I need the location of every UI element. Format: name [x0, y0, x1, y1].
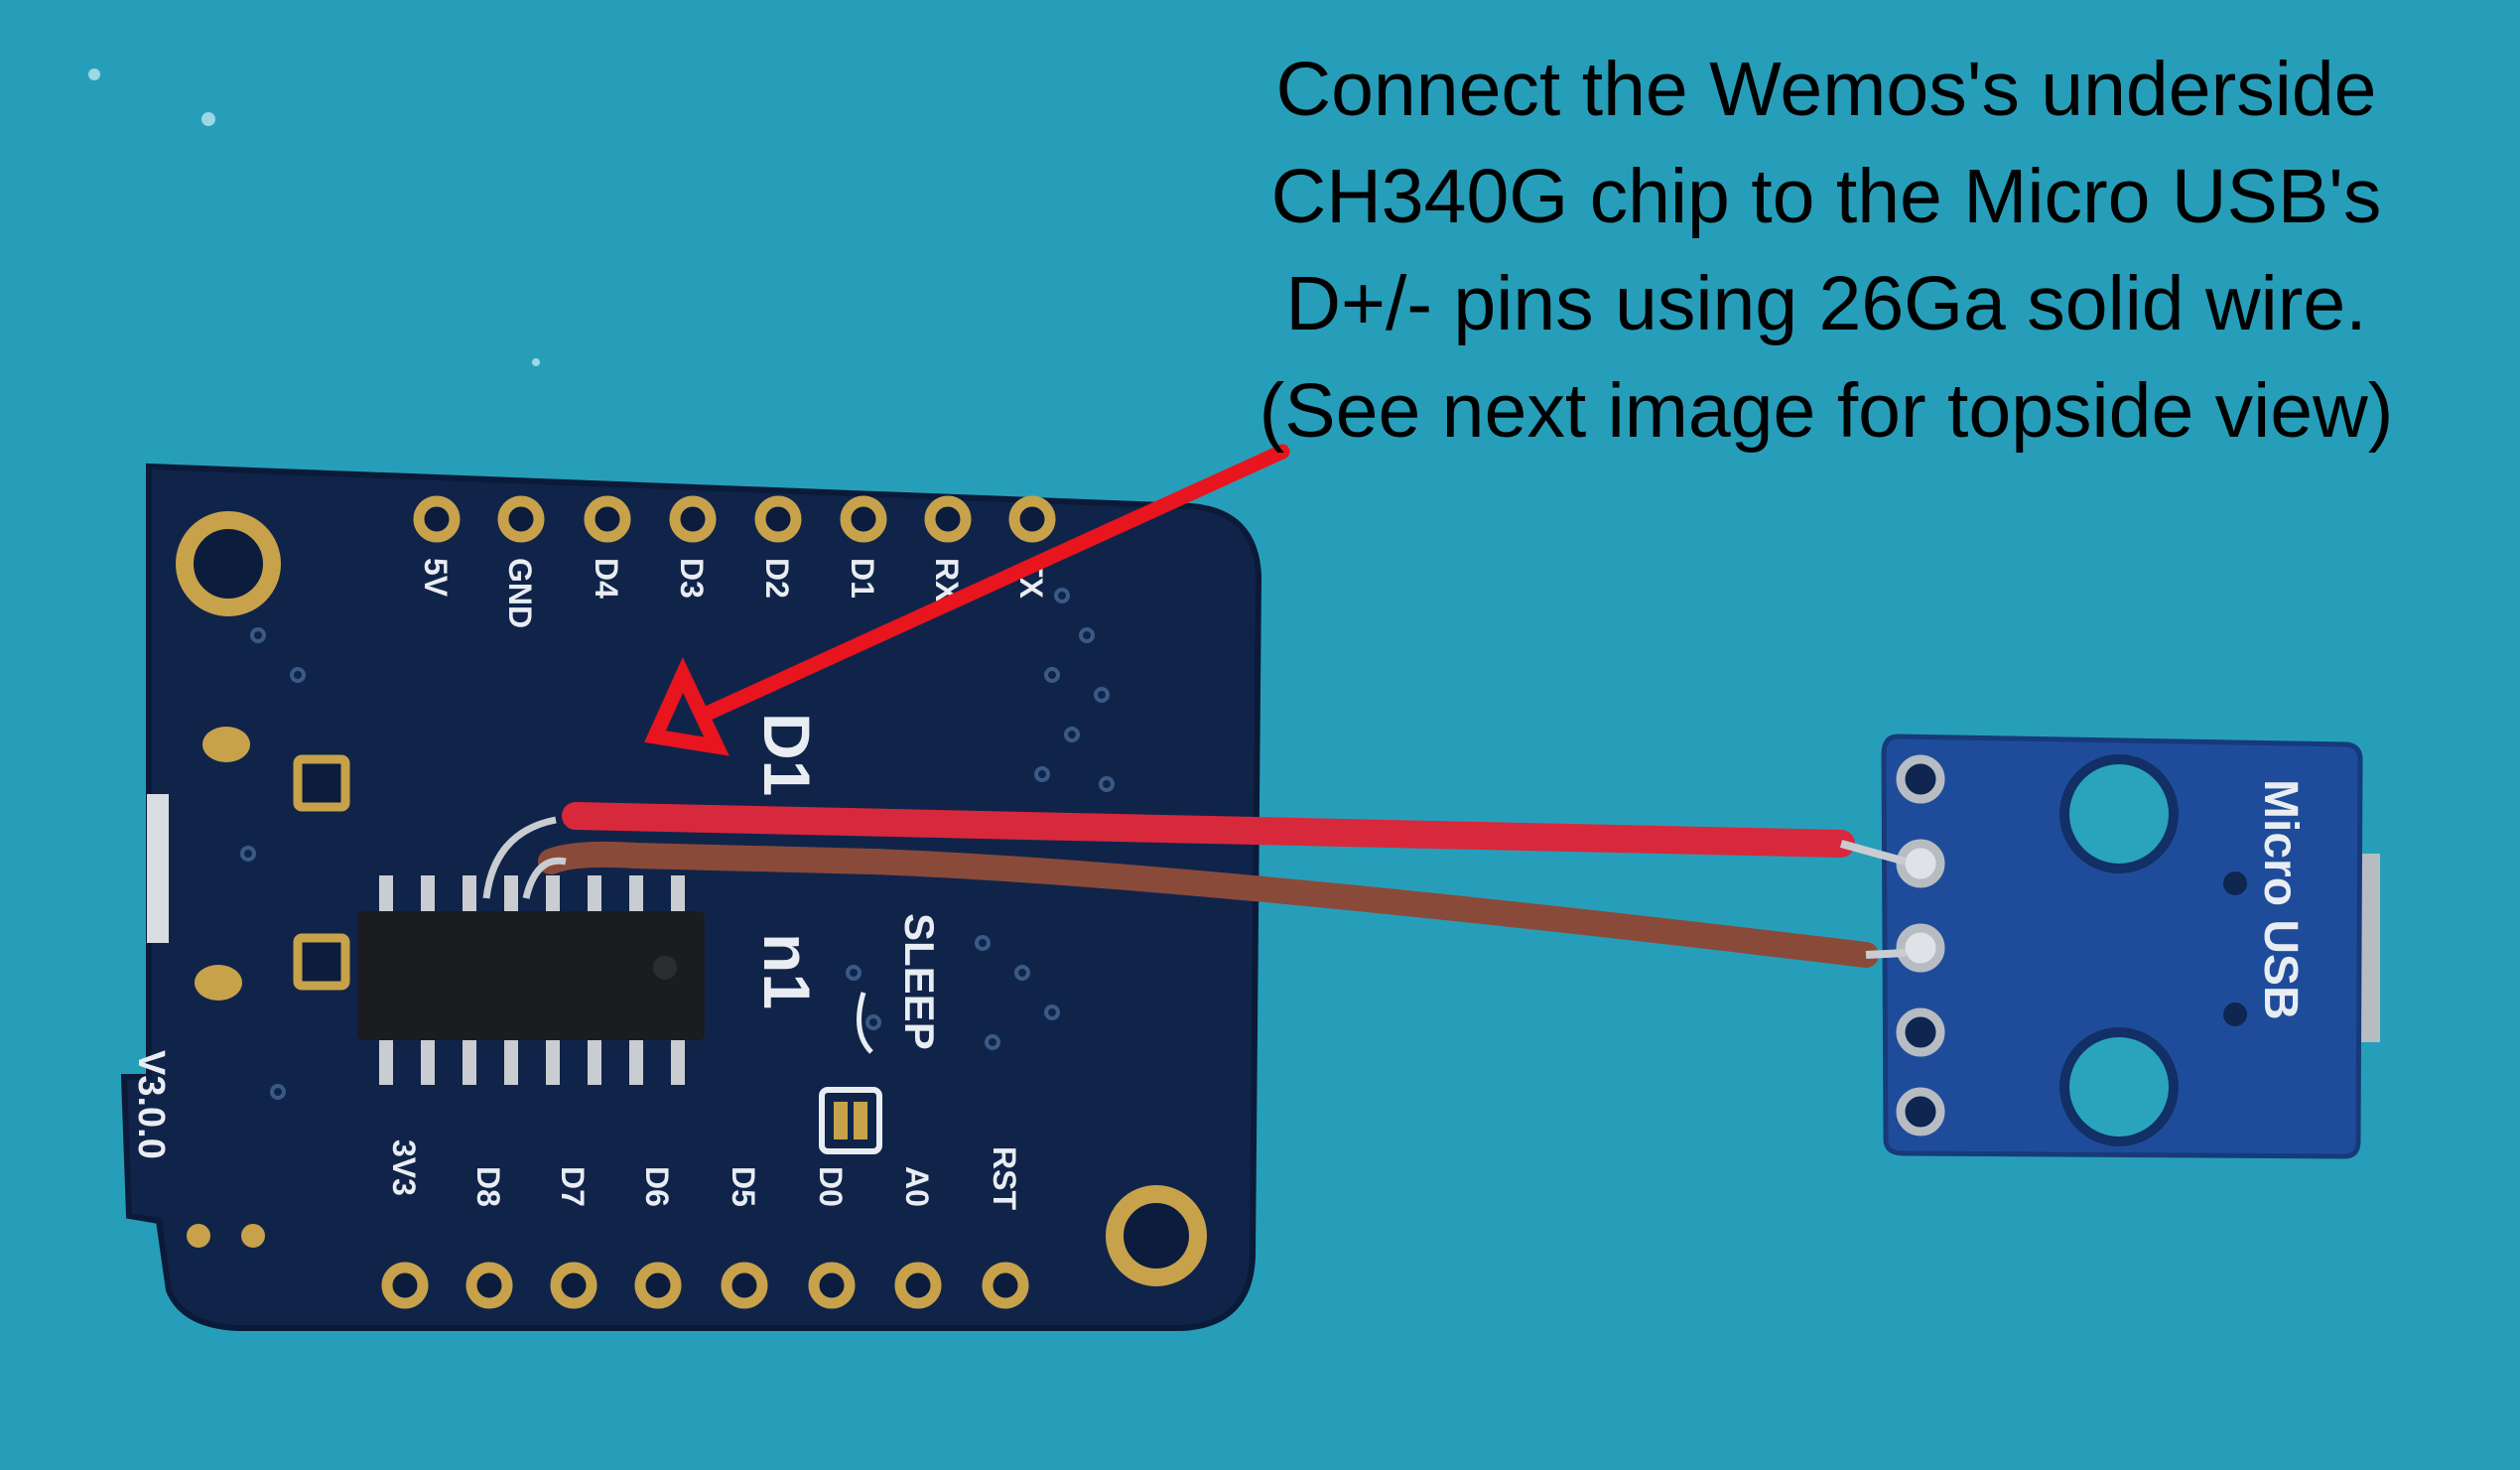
pin-pad	[465, 1262, 513, 1309]
pin-label-d3: D3	[674, 558, 710, 599]
pin-label-d5: D5	[726, 1166, 761, 1207]
usb-pin-vcc	[1896, 754, 1945, 804]
pin-pad	[894, 1262, 942, 1309]
mat-speck	[532, 358, 540, 366]
micro-usb-breakout: Micro USB	[1881, 734, 2380, 1159]
chip-leg	[629, 875, 643, 917]
breakout-mount-hole	[2059, 754, 2179, 873]
pin-pad	[634, 1262, 682, 1309]
smd-pad	[195, 965, 242, 1001]
pin-label-5v: 5V	[418, 558, 454, 598]
pin-label-d6: D6	[639, 1166, 675, 1207]
pin-pad	[584, 495, 631, 543]
pin-label-a0: A0	[899, 1166, 935, 1207]
pin-pad	[413, 495, 461, 543]
pin-pad	[754, 495, 802, 543]
caption: Connect the Wemos's underside CH340G chi…	[1151, 36, 2501, 465]
mounting-hole	[1106, 1185, 1207, 1286]
pin-label-3v3: 3V3	[386, 1139, 422, 1196]
smd-pad	[293, 754, 350, 812]
breakout-via	[2223, 871, 2247, 895]
chip-leg	[588, 875, 601, 917]
smd-pad	[202, 727, 250, 762]
pin-pad	[808, 1262, 856, 1309]
chip-leg	[504, 1037, 518, 1085]
chip-leg	[463, 1037, 476, 1085]
pin-label-d1: D1	[845, 558, 880, 599]
pin-pad	[381, 1262, 429, 1309]
pin-pad	[924, 495, 972, 543]
chip-leg	[421, 1037, 435, 1085]
chip-leg	[421, 875, 435, 917]
pin-label-d4: D4	[589, 558, 624, 599]
smd-pad	[241, 1224, 265, 1248]
chip-leg	[671, 875, 685, 917]
chip-body	[357, 911, 705, 1040]
pin-label-d8: D8	[470, 1166, 506, 1207]
brown-wire-tip	[1865, 949, 1907, 959]
pin-label-d7: D7	[555, 1166, 591, 1207]
chip-leg	[671, 1037, 685, 1085]
sleep-label: SLEEP	[896, 913, 943, 1050]
pin-label-d0: D0	[813, 1166, 849, 1207]
mat-speck	[88, 68, 100, 80]
usb-pin-dplus	[1896, 923, 1945, 973]
silk-fragment-n1: n1	[750, 933, 824, 1009]
chip-leg	[463, 875, 476, 917]
chip-leg	[546, 875, 560, 917]
smd-pad	[187, 1224, 210, 1248]
usb-pin-id	[1896, 1007, 1945, 1057]
usb-pin-gnd	[1896, 1087, 1945, 1136]
pin-pad	[840, 495, 887, 543]
pin-pad	[1008, 495, 1056, 543]
version-label: V3.0.0	[130, 1050, 172, 1159]
sleep-jumper-pad	[854, 1102, 867, 1139]
caption-line: Connect the Wemos's underside	[1275, 47, 2377, 132]
chip-leg	[379, 875, 393, 917]
pin-label-rst: RST	[987, 1146, 1022, 1210]
pin-pad	[550, 1262, 597, 1309]
mounting-hole	[176, 511, 281, 616]
caption-line: CH340G chip to the Micro USB's	[1270, 154, 2382, 239]
chip-leg	[629, 1037, 643, 1085]
pcb-edge-connector	[147, 794, 169, 943]
pin-pad	[669, 495, 717, 543]
mat-speck	[201, 112, 215, 126]
sleep-jumper-pad	[834, 1102, 848, 1139]
chip-pin1-dot	[653, 956, 677, 980]
chip-leg	[379, 1037, 393, 1085]
silk-fragment-d1: D1	[750, 713, 824, 796]
pin-label-gnd: GND	[502, 558, 538, 628]
micro-usb-label: Micro USB	[2254, 779, 2307, 1020]
caption-line: D+/- pins using 26Ga solid wire.	[1285, 261, 2367, 346]
pin-pad	[982, 1262, 1029, 1309]
caption-line: (See next image for topside view)	[1259, 368, 2394, 454]
breakout-via	[2223, 1002, 2247, 1026]
breakout-mount-hole	[2059, 1027, 2179, 1146]
pin-pad	[497, 495, 545, 543]
pin-label-d2: D2	[759, 558, 795, 599]
chip-leg	[504, 875, 518, 917]
pin-pad	[721, 1262, 768, 1309]
smd-pad	[293, 933, 350, 991]
chip-leg	[546, 1037, 560, 1085]
chip-leg	[588, 1037, 601, 1085]
usb-pin-dminus	[1896, 839, 1945, 888]
wemos-board: 5V GND D4 D3 D2 D1 RX TX 3V3 D8 D7 D6 D5…	[120, 463, 1262, 1331]
